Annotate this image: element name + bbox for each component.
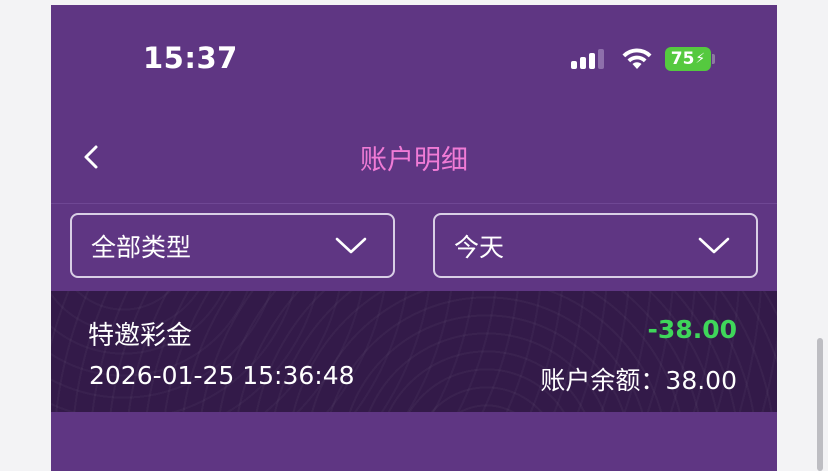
list-item[interactable]: 特邀彩金 -38.00 2026-01-25 15:36:48 账户余额：38.… <box>51 291 777 412</box>
bolt-icon: ⚡ <box>695 51 706 67</box>
record-balance: 账户余额：38.00 <box>540 366 737 395</box>
type-filter-value: 全部类型 <box>91 232 192 262</box>
chevron-down-icon <box>698 237 730 253</box>
chevron-down-icon <box>335 237 367 253</box>
record-time: 2026-01-25 15:36:48 <box>89 361 355 390</box>
record-amount: -38.00 <box>647 315 737 344</box>
date-filter-select[interactable]: 今天 <box>433 213 758 278</box>
signal-icon <box>571 49 604 69</box>
wifi-icon <box>622 48 652 69</box>
date-filter-value: 今天 <box>454 232 505 262</box>
page-scrollbar[interactable] <box>817 338 823 471</box>
page-title: 账户明细 <box>360 145 468 176</box>
battery-cap <box>712 54 715 64</box>
battery-icon: 75 ⚡ <box>665 47 711 71</box>
status-time: 15:37 <box>143 41 238 75</box>
battery-level: 75 <box>670 49 695 69</box>
nav-divider <box>51 203 777 204</box>
type-filter-select[interactable]: 全部类型 <box>70 213 395 278</box>
record-title: 特邀彩金 <box>88 321 193 351</box>
phone-screen: 15:37 75 ⚡ 账户明细 全部类型 今天 特邀彩金 -38.00 2026… <box>51 5 777 471</box>
